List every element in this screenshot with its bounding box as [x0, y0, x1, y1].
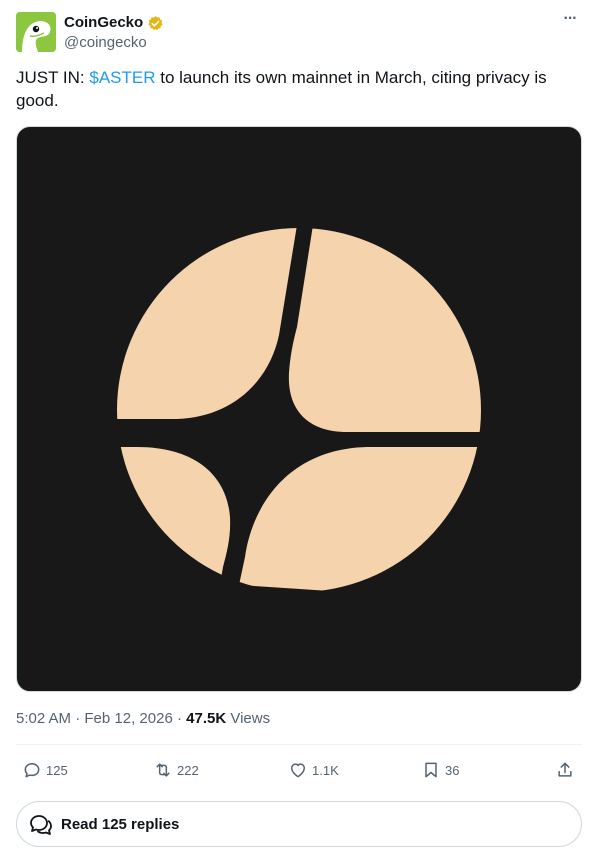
tweet-time[interactable]: 5:02 AM [16, 710, 71, 727]
repost-icon [156, 763, 170, 777]
tweet-header: CoinGecko @coingecko ··· [16, 10, 582, 54]
verified-badge-icon [147, 15, 164, 32]
bookmark-icon [425, 762, 437, 778]
aster-logo-image [117, 228, 481, 592]
meta-separator: · [75, 710, 85, 727]
share-icon [558, 762, 572, 777]
tweet-text-prefix: JUST IN: [16, 68, 90, 87]
read-replies-button[interactable]: Read 125 replies [16, 801, 582, 847]
repost-button[interactable]: 222 [153, 756, 199, 784]
heart-icon [291, 763, 305, 778]
reply-icon [24, 763, 40, 778]
action-bar: 125 222 1.1K 36 [16, 756, 582, 784]
views-count: 47.5K [186, 710, 227, 727]
bookmark-button[interactable]: 36 [421, 756, 459, 784]
read-replies-label: Read 125 replies [61, 815, 180, 833]
tweet-image[interactable] [16, 126, 582, 692]
divider [16, 744, 582, 745]
replies-icon [30, 815, 52, 835]
tweet-meta: 5:02 AM · Feb 12, 2026 · 47.5K Views [16, 709, 270, 729]
cashtag-link[interactable]: $ASTER [89, 68, 155, 87]
avatar[interactable] [16, 12, 56, 52]
meta-separator: · [176, 710, 187, 727]
share-button[interactable] [555, 756, 575, 784]
display-name[interactable]: CoinGecko [64, 14, 143, 32]
tweet-text: JUST IN: $ASTER to launch its own mainne… [16, 66, 582, 112]
handle[interactable]: @coingecko [64, 34, 147, 52]
like-button[interactable]: 1.1K [288, 756, 339, 784]
reply-count: 125 [46, 762, 68, 778]
like-count: 1.1K [312, 762, 339, 778]
views-label: Views [230, 710, 271, 727]
tweet-date[interactable]: Feb 12, 2026 [84, 710, 172, 727]
more-options-icon[interactable]: ··· [558, 10, 582, 34]
reply-button[interactable]: 125 [22, 756, 68, 784]
gecko-logo-icon [16, 12, 56, 52]
repost-count: 222 [177, 762, 199, 778]
bookmark-count: 36 [445, 762, 460, 778]
